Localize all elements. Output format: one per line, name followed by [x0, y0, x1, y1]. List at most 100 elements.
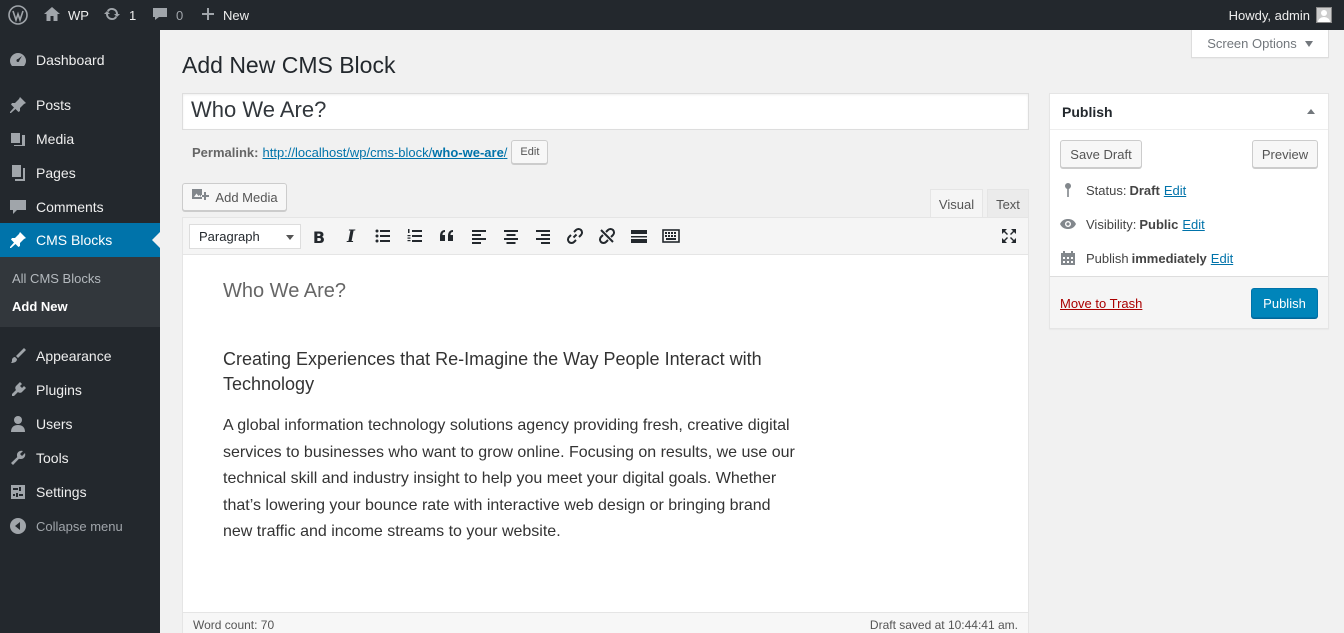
move-to-trash-link[interactable]: Move to Trash — [1060, 296, 1142, 311]
bold-button[interactable]: B — [308, 226, 330, 248]
sidebar-item-label: Tools — [36, 450, 69, 466]
collapse-toggle-icon[interactable] — [1307, 109, 1315, 114]
updates-icon — [103, 6, 121, 25]
brush-icon — [0, 347, 36, 365]
screen-options-button[interactable]: Screen Options — [1191, 30, 1329, 58]
home-icon — [43, 6, 61, 25]
sidebar-item-label: CMS Blocks — [36, 232, 113, 248]
sidebar-item-posts[interactable]: Posts — [0, 88, 160, 122]
bullet-list-button[interactable] — [372, 226, 394, 248]
kitchen-sink-icon — [662, 227, 680, 248]
sidebar-item-tools[interactable]: Tools — [0, 441, 160, 475]
users-icon — [0, 415, 36, 433]
toolbar-toggle-button[interactable] — [660, 226, 682, 248]
updates-count: 1 — [129, 7, 137, 23]
format-select-value: Paragraph — [199, 229, 260, 244]
sidebar-item-cms-blocks[interactable]: CMS Blocks — [0, 223, 160, 257]
triangle-down-icon — [1304, 40, 1313, 47]
tab-text[interactable]: Text — [987, 189, 1029, 218]
post-title-value: Who We Are? — [191, 97, 327, 122]
permalink-trailing-slash: / — [503, 144, 508, 160]
schedule-row: Publish immediately Edit — [1060, 248, 1233, 268]
pin-icon — [0, 96, 36, 114]
sidebar-item-label: Pages — [36, 165, 76, 181]
sidebar-item-appearance[interactable]: Appearance — [0, 339, 160, 373]
permalink-edit-button[interactable]: Edit — [511, 140, 549, 164]
sidebar-item-label: Comments — [36, 199, 104, 215]
admin-sidebar: Dashboard Posts Media Pages Comments CMS… — [0, 30, 160, 633]
sidebar-item-comments[interactable]: Comments — [0, 190, 160, 224]
permalink-link[interactable]: http://localhost/wp/cms-block/who-we-are… — [262, 145, 507, 160]
align-right-button[interactable] — [532, 226, 554, 248]
comment-icon — [152, 6, 168, 25]
schedule-label: Publish — [1086, 250, 1129, 266]
cms-blocks-submenu: All CMS Blocks Add New — [0, 257, 160, 327]
format-select[interactable]: Paragraph — [189, 224, 301, 249]
tab-visual[interactable]: Visual — [930, 189, 983, 218]
schedule-edit-link[interactable]: Edit — [1211, 251, 1233, 266]
sidebar-item-dashboard[interactable]: Dashboard — [0, 43, 160, 77]
insert-link-button[interactable] — [564, 226, 586, 248]
submenu-add-new[interactable]: Add New — [12, 299, 68, 314]
admin-bar: WP 1 0 New Howdy, admin — [0, 0, 1344, 30]
content-heading: Who We Are? — [223, 280, 347, 302]
visibility-edit-link[interactable]: Edit — [1182, 217, 1204, 232]
pages-icon — [0, 164, 36, 182]
align-left-button[interactable] — [468, 226, 490, 248]
add-media-button[interactable]: Add Media — [182, 183, 287, 211]
publish-box-header[interactable]: Publish — [1050, 94, 1328, 130]
italic-button[interactable]: I — [340, 226, 362, 248]
media-icon — [0, 130, 36, 148]
publish-box-title: Publish — [1062, 103, 1113, 120]
wordpress-logo-icon[interactable] — [8, 0, 28, 30]
updates-link[interactable]: 1 — [103, 0, 136, 30]
status-label: Status: — [1086, 182, 1127, 198]
editor-toolbar: Paragraph B I — [183, 218, 1028, 255]
collapse-menu-button[interactable]: Collapse menu — [0, 509, 160, 543]
content-paragraph: A global information technology solution… — [223, 417, 795, 540]
numbered-list-icon — [406, 227, 424, 248]
draft-saved-status: Draft saved at 10:44:41 am. — [869, 618, 1018, 632]
publish-button[interactable]: Publish — [1251, 288, 1318, 318]
comments-link[interactable]: 0 — [152, 0, 183, 30]
visibility-label: Visibility: — [1086, 216, 1137, 232]
align-center-button[interactable] — [500, 226, 522, 248]
quote-icon — [438, 227, 456, 248]
post-title-input[interactable]: Who We Are? — [182, 93, 1029, 130]
fullscreen-button[interactable] — [998, 226, 1020, 248]
read-more-icon — [630, 227, 648, 248]
status-edit-link[interactable]: Edit — [1164, 183, 1186, 198]
current-menu-arrow — [152, 232, 160, 248]
save-draft-button[interactable]: Save Draft — [1060, 140, 1142, 168]
numbered-list-button[interactable] — [404, 226, 426, 248]
sidebar-item-pages[interactable]: Pages — [0, 156, 160, 190]
preview-button[interactable]: Preview — [1252, 140, 1318, 168]
add-media-label: Add Media — [215, 189, 278, 205]
screen-options-label: Screen Options — [1207, 36, 1297, 51]
visibility-row: Visibility: Public Edit — [1060, 214, 1205, 234]
read-more-button[interactable] — [628, 226, 650, 248]
sidebar-item-label: Dashboard — [36, 52, 105, 68]
calendar-icon — [1061, 251, 1075, 265]
bullet-list-icon — [374, 227, 392, 248]
site-name-link[interactable]: WP — [43, 0, 89, 30]
my-account-link[interactable]: Howdy, admin — [1229, 0, 1332, 30]
eye-icon — [1060, 219, 1076, 229]
status-value: Draft — [1129, 182, 1160, 198]
content-subheading: Creating Experiences that Re-Imagine the… — [223, 349, 762, 394]
remove-link-button[interactable] — [596, 226, 618, 248]
sidebar-item-users[interactable]: Users — [0, 407, 160, 441]
avatar — [1316, 7, 1332, 23]
sidebar-item-label: Posts — [36, 97, 72, 113]
plugin-icon — [0, 381, 36, 399]
new-label: New — [223, 7, 250, 23]
sidebar-item-plugins[interactable]: Plugins — [0, 373, 160, 407]
sidebar-item-media[interactable]: Media — [0, 122, 160, 156]
submenu-all-cms-blocks[interactable]: All CMS Blocks — [12, 271, 101, 286]
italic-icon: I — [347, 227, 355, 247]
blockquote-button[interactable] — [436, 226, 458, 248]
sidebar-item-settings[interactable]: Settings — [0, 475, 160, 509]
collapse-icon — [0, 517, 36, 535]
sidebar-item-label: Appearance — [36, 348, 112, 364]
new-content-link[interactable]: New — [201, 0, 249, 30]
